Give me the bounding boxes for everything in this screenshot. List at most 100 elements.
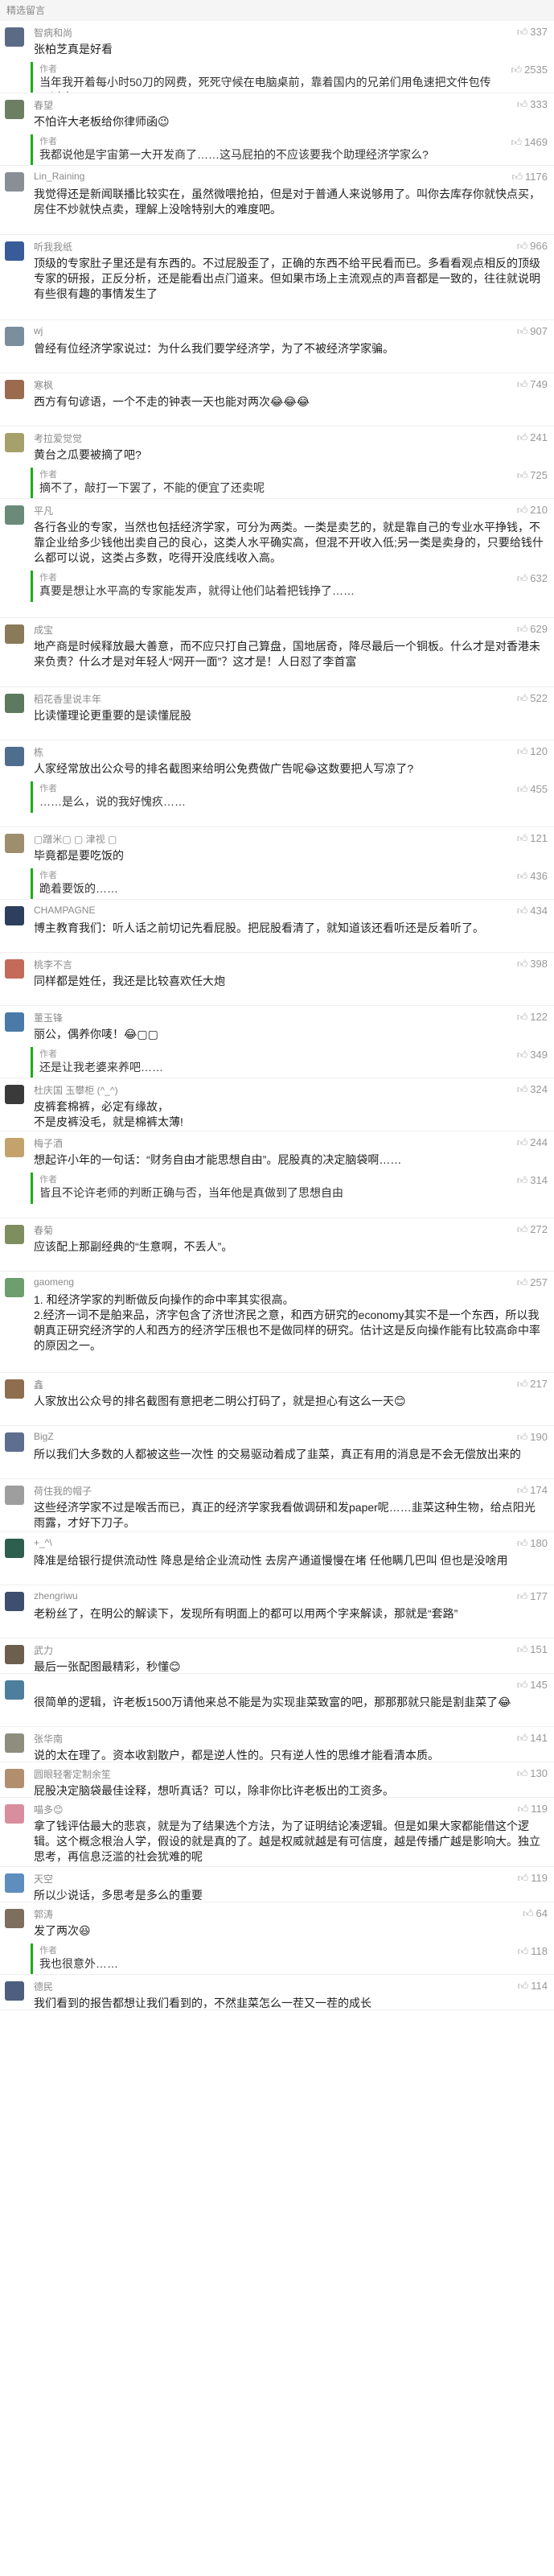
like-button[interactable]: 👍︎ 1176 [511, 171, 548, 183]
username[interactable]: 董玉锋 [34, 1011, 63, 1024]
like-button[interactable]: 👍︎ 114 [518, 1980, 548, 1993]
avatar[interactable] [5, 1486, 24, 1505]
avatar[interactable] [5, 172, 24, 192]
like-button[interactable]: 👍︎ 907 [517, 325, 548, 338]
username[interactable]: 春望 [34, 98, 53, 112]
like-button[interactable]: 👍︎ 272 [517, 1223, 548, 1236]
avatar[interactable] [5, 100, 24, 119]
like-button[interactable]: 👍︎ 64 [523, 1907, 548, 1920]
avatar[interactable] [5, 1733, 24, 1753]
avatar[interactable] [5, 1278, 24, 1297]
username[interactable]: Lin_Raining [34, 171, 84, 182]
like-button[interactable]: 👍︎ 119 [518, 1872, 548, 1885]
like-button[interactable]: 👍︎ 190 [517, 1431, 548, 1444]
like-button[interactable]: 👍︎ 180 [517, 1537, 548, 1550]
like-button[interactable]: 👍︎ 217 [517, 1378, 548, 1391]
reply-like-button[interactable]: 👍︎ 725 [517, 469, 548, 482]
like-button[interactable]: 👍︎ 333 [517, 98, 548, 111]
like-button[interactable]: 👍︎ 121 [517, 832, 548, 845]
like-button[interactable]: 👍︎ 337 [517, 26, 548, 39]
avatar[interactable] [5, 1769, 24, 1788]
username[interactable]: gaomeng [34, 1276, 74, 1288]
avatar[interactable] [5, 1539, 24, 1558]
like-button[interactable]: 👍︎ 141 [517, 1732, 548, 1745]
like-button[interactable]: 👍︎ 241 [517, 431, 548, 444]
reply-like-button[interactable]: 👍︎ 349 [517, 1049, 548, 1061]
avatar[interactable] [5, 747, 24, 766]
avatar[interactable] [5, 1138, 24, 1157]
like-button[interactable]: 👍︎ 966 [517, 240, 548, 253]
username[interactable]: ▢蹭米▢ ▢ 津视 ▢ [34, 832, 117, 846]
like-button[interactable]: 👍︎ 629 [517, 623, 548, 636]
avatar[interactable] [5, 505, 24, 525]
username[interactable]: wj [34, 325, 43, 336]
avatar[interactable] [5, 1645, 24, 1664]
avatar[interactable] [5, 1909, 24, 1928]
username[interactable]: 稻花香里说丰年 [34, 692, 101, 706]
username[interactable]: 成宝 [34, 623, 53, 637]
avatar[interactable] [5, 1085, 24, 1104]
username[interactable]: 鑫 [34, 1378, 43, 1391]
username[interactable]: CHAMPAGNE [34, 905, 95, 916]
avatar[interactable] [5, 1981, 24, 2001]
avatar[interactable] [5, 834, 24, 853]
username[interactable]: 郭涛 [34, 1907, 53, 1921]
reply-like-button[interactable]: 👍︎ 455 [517, 783, 548, 796]
username[interactable]: 平凡 [34, 504, 53, 517]
avatar[interactable] [5, 1680, 24, 1700]
username[interactable]: 杜庆国 玉攀柜 (^_^) [34, 1083, 118, 1097]
avatar[interactable] [5, 624, 24, 644]
username[interactable]: 春菊 [34, 1223, 53, 1237]
username[interactable]: +_^\ [34, 1537, 52, 1548]
reply-like-button[interactable]: 👍︎ 436 [517, 870, 548, 883]
like-button[interactable]: 👍︎ 177 [517, 1590, 548, 1603]
avatar[interactable] [5, 906, 24, 925]
like-button[interactable]: 👍︎ 749 [517, 378, 548, 391]
like-button[interactable]: 👍︎ 210 [517, 504, 548, 517]
avatar[interactable] [5, 694, 24, 713]
username[interactable]: 智病和尚 [34, 26, 72, 39]
like-button[interactable]: 👍︎ 522 [517, 692, 548, 705]
username[interactable]: 梅子酒 [34, 1136, 63, 1150]
username[interactable]: 喵多😊 [34, 1803, 64, 1816]
username[interactable]: 天空 [34, 1872, 53, 1886]
avatar[interactable] [5, 241, 24, 261]
username[interactable]: 桃李不言 [34, 958, 72, 971]
avatar[interactable] [5, 1804, 24, 1824]
avatar[interactable] [5, 959, 24, 979]
like-button[interactable]: 👍︎ 257 [517, 1276, 548, 1289]
username[interactable]: 寒枫 [34, 378, 53, 392]
avatar[interactable] [5, 27, 24, 47]
avatar[interactable] [5, 380, 24, 399]
username[interactable]: 德民 [34, 1980, 53, 1993]
avatar[interactable] [5, 327, 24, 346]
reply-like-button[interactable]: 👍︎ 1469 [511, 136, 548, 149]
like-button[interactable]: 👍︎ 324 [517, 1083, 548, 1096]
like-button[interactable]: 👍︎ 151 [517, 1643, 548, 1656]
username[interactable]: BigZ [34, 1431, 54, 1442]
avatar[interactable] [5, 1432, 24, 1452]
like-button[interactable]: 👍︎ 398 [517, 958, 548, 971]
like-button[interactable]: 👍︎ 130 [517, 1767, 548, 1780]
avatar[interactable] [5, 1873, 24, 1893]
username[interactable]: 圆眼轻奢定制余笙 [34, 1767, 111, 1781]
like-button[interactable]: 👍︎ 434 [517, 905, 548, 917]
avatar[interactable] [5, 433, 24, 452]
avatar[interactable] [5, 1592, 24, 1611]
username[interactable]: 考拉爱觉觉 [34, 431, 82, 445]
username[interactable]: 荷住我的帽子 [34, 1484, 92, 1498]
username[interactable]: 栋 [34, 745, 43, 759]
username[interactable]: 听我我纸 [34, 240, 72, 253]
like-button[interactable]: 👍︎ 119 [518, 1803, 548, 1816]
avatar[interactable] [5, 1379, 24, 1399]
username[interactable]: 武力 [34, 1643, 53, 1657]
reply-like-button[interactable]: 👍︎ 632 [517, 572, 548, 585]
like-button[interactable]: 👍︎ 145 [517, 1679, 548, 1692]
username[interactable]: 张华南 [34, 1732, 63, 1745]
like-button[interactable]: 👍︎ 244 [517, 1136, 548, 1149]
avatar[interactable] [5, 1225, 24, 1244]
like-button[interactable]: 👍︎ 122 [517, 1011, 548, 1024]
like-button[interactable]: 👍︎ 174 [517, 1484, 548, 1497]
avatar[interactable] [5, 1012, 24, 1032]
username[interactable]: zhengriwu [34, 1590, 78, 1601]
